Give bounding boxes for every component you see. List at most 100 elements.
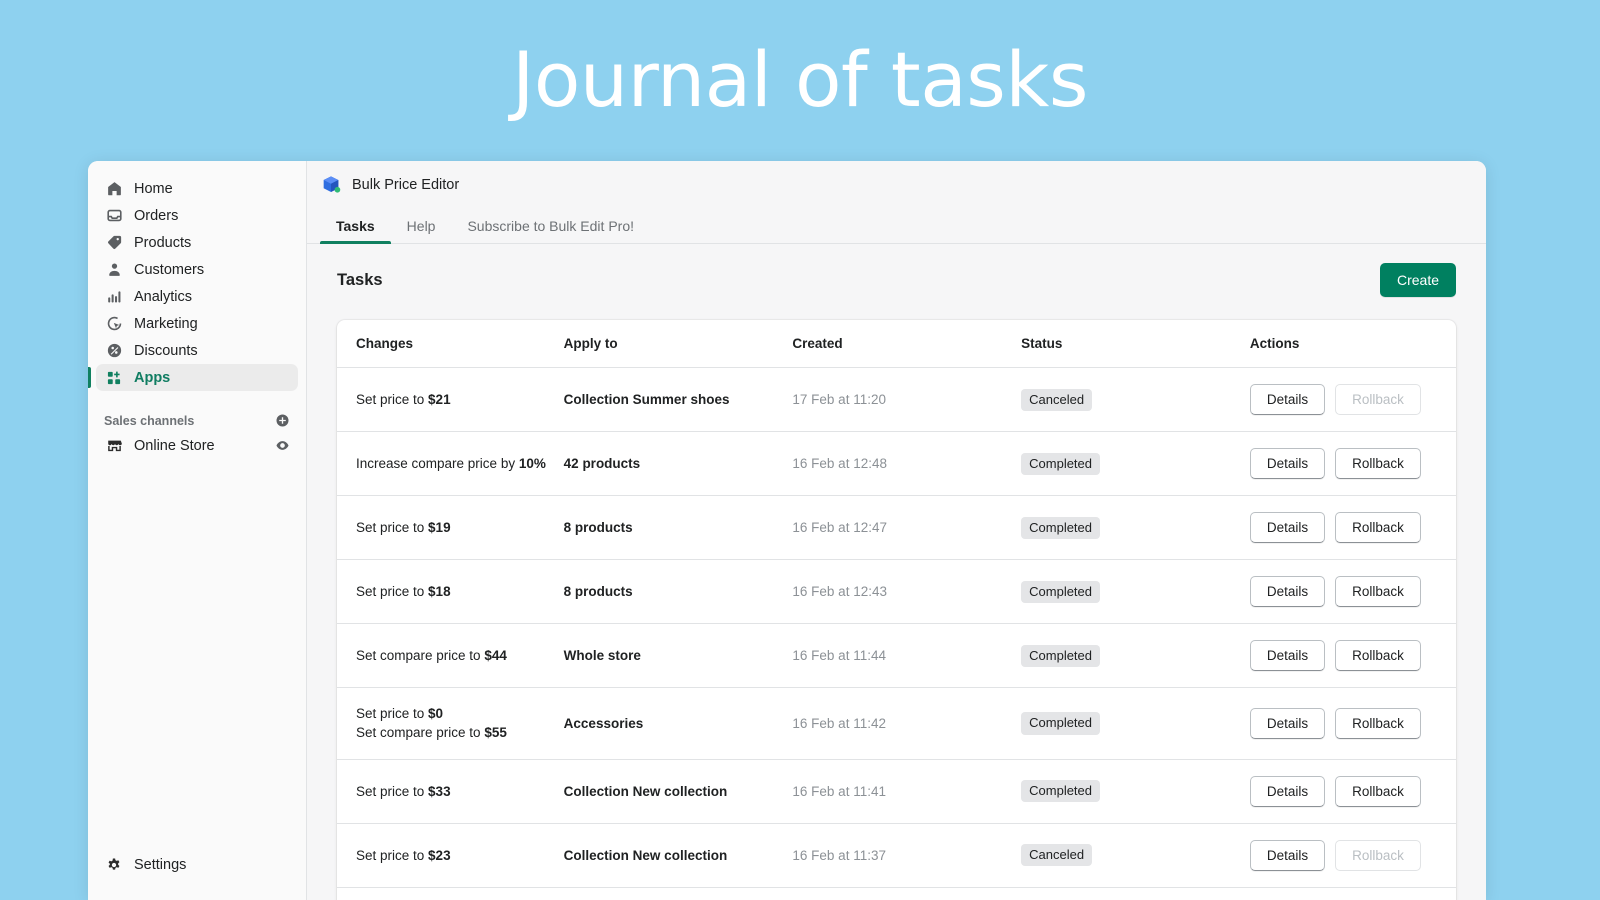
tasks-table-card: Changes Apply to Created Status Actions … (337, 320, 1456, 900)
create-button[interactable]: Create (1380, 263, 1456, 297)
sidebar-item-label: Orders (134, 208, 178, 224)
row-actions: Details Rollback (1250, 708, 1456, 739)
details-button[interactable]: Details (1250, 576, 1325, 607)
cell-changes: Set price to $22 (337, 887, 564, 900)
change-line: Set compare price to $44 (356, 646, 564, 665)
sidebar-item-label: Customers (134, 262, 204, 278)
sidebar-item-customers[interactable]: Customers (96, 256, 298, 283)
sales-channels-heading: Sales channels (104, 414, 194, 428)
sidebar-item-products[interactable]: Products (96, 229, 298, 256)
details-button[interactable]: Details (1250, 840, 1325, 871)
sidebar-item-apps[interactable]: Apps (96, 364, 298, 391)
cell-created: 16 Feb at 12:47 (792, 496, 1021, 560)
settings-row: Settings (88, 851, 306, 878)
app-tabbar: Tasks Help Subscribe to Bulk Edit Pro! (307, 208, 1486, 244)
cell-changes: Set price to $21 (337, 368, 564, 432)
table-row: Set price to $33Collection New collectio… (337, 759, 1456, 823)
status-badge: Canceled (1021, 389, 1092, 412)
app-window: Home Orders Products (88, 161, 1486, 900)
cell-status: Completed (1021, 432, 1250, 496)
rollback-button[interactable]: Rollback (1335, 776, 1421, 807)
sidebar-item-analytics[interactable]: Analytics (96, 283, 298, 310)
plus-circle-icon[interactable] (275, 413, 290, 428)
row-actions: Details Rollback (1250, 384, 1456, 415)
sidebar-item-discounts[interactable]: Discounts (96, 337, 298, 364)
storefront-icon (104, 436, 124, 456)
rollback-button[interactable]: Rollback (1335, 640, 1421, 671)
marketing-icon (104, 314, 124, 334)
table-row: Set price to $23Collection New collectio… (337, 823, 1456, 887)
cell-status: Completed (1021, 496, 1250, 560)
cell-apply-to: Collection New collection (564, 887, 793, 900)
table-row: Set price to $0Set compare price to $55A… (337, 688, 1456, 759)
cell-created: 16 Feb at 12:48 (792, 432, 1021, 496)
page-title: Tasks (337, 271, 383, 290)
details-button[interactable]: Details (1250, 708, 1325, 739)
rollback-button[interactable]: Rollback (1335, 512, 1421, 543)
status-badge: Completed (1021, 712, 1100, 735)
cell-actions: DetailsRollback (1250, 823, 1456, 887)
eye-icon[interactable] (275, 438, 290, 453)
cell-changes: Increase compare price by 10% (337, 432, 564, 496)
sidebar-item-label: Online Store (134, 438, 275, 454)
cell-actions: Details Rollback (1250, 624, 1456, 688)
cell-apply-to: Whole store (564, 624, 793, 688)
details-button[interactable]: Details (1250, 384, 1325, 415)
rollback-button[interactable]: Rollback (1335, 708, 1421, 739)
sidebar-item-label: Discounts (134, 343, 198, 359)
sidebar-item-marketing[interactable]: Marketing (96, 310, 298, 337)
change-line: Set compare price to $55 (356, 723, 564, 742)
rollback-button[interactable]: Rollback (1335, 448, 1421, 479)
cell-apply-to: Accessories (564, 688, 793, 759)
change-line: Increase compare price by 10% (356, 454, 564, 473)
sidebar-item-label: Marketing (134, 316, 198, 332)
tab-label: Tasks (336, 218, 375, 234)
cell-created: 16 Feb at 11:42 (792, 688, 1021, 759)
status-badge: Completed (1021, 645, 1100, 668)
products-icon (104, 233, 124, 253)
rollback-button: Rollback (1335, 384, 1421, 415)
cell-status: Completed (1021, 759, 1250, 823)
tasks-table-body: Set price to $21Collection Summer shoes1… (337, 368, 1456, 900)
cell-apply-to: Collection New collection (564, 759, 793, 823)
cell-changes: Set price to $18 (337, 560, 564, 624)
details-button[interactable]: Details (1250, 448, 1325, 479)
change-line: Set price to $33 (356, 782, 564, 801)
column-header-status: Status (1021, 320, 1250, 368)
page-body: Tasks Create Changes Apply to Created (307, 244, 1486, 900)
table-header-row: Changes Apply to Created Status Actions (337, 320, 1456, 368)
cell-created: 16 Feb at 11:37 (792, 823, 1021, 887)
column-header-changes: Changes (337, 320, 564, 368)
sidebar-item-online-store[interactable]: Online Store (96, 432, 298, 459)
cell-apply-to: Collection New collection (564, 823, 793, 887)
tab-label: Subscribe to Bulk Edit Pro! (467, 218, 634, 234)
tab-subscribe[interactable]: Subscribe to Bulk Edit Pro! (451, 219, 650, 243)
details-button[interactable]: Details (1250, 512, 1325, 543)
sidebar-item-home[interactable]: Home (96, 175, 298, 202)
tab-help[interactable]: Help (391, 219, 452, 243)
cell-actions: Details Rollback (1250, 759, 1456, 823)
cell-created: 16 Feb at 12:43 (792, 560, 1021, 624)
status-badge: Completed (1021, 581, 1100, 604)
gear-icon (104, 855, 124, 875)
status-badge: Completed (1021, 517, 1100, 540)
sidebar-item-settings[interactable]: Settings (96, 851, 298, 878)
cube-app-icon (320, 174, 342, 196)
change-line: Set price to $18 (356, 582, 564, 601)
orders-icon (104, 206, 124, 226)
tab-tasks[interactable]: Tasks (320, 219, 391, 243)
cell-changes: Set price to $23 (337, 823, 564, 887)
cell-status: Completed (1021, 688, 1250, 759)
rollback-button[interactable]: Rollback (1335, 576, 1421, 607)
details-button[interactable]: Details (1250, 640, 1325, 671)
sidebar-item-orders[interactable]: Orders (96, 202, 298, 229)
app-header: Bulk Price Editor (307, 161, 1486, 208)
sidebar-nav-list: Home Orders Products (88, 175, 306, 391)
cell-actions: Details Rollback (1250, 496, 1456, 560)
sidebar-item-label: Analytics (134, 289, 192, 305)
sidebar-item-label: Home (134, 181, 173, 197)
cell-status: Canceled (1021, 887, 1250, 900)
cell-changes: Set price to $0Set compare price to $55 (337, 688, 564, 759)
change-line: Set price to $0 (356, 704, 564, 723)
details-button[interactable]: Details (1250, 776, 1325, 807)
